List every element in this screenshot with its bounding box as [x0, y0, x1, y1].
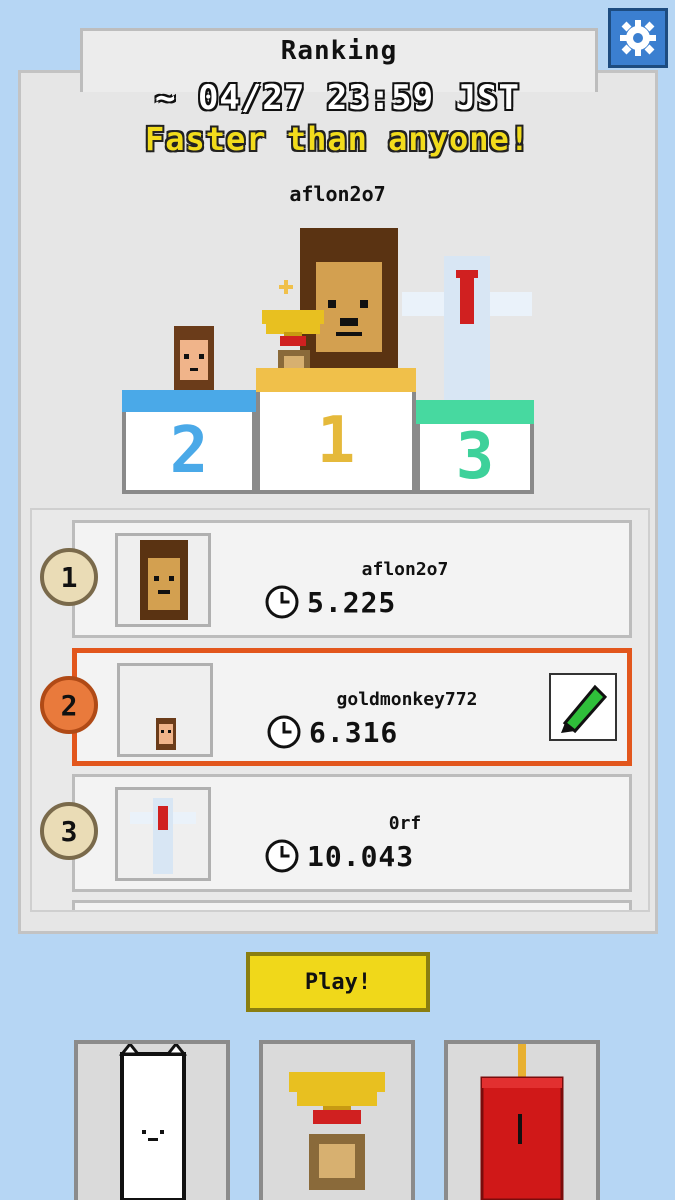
time-value: 6.316: [309, 715, 399, 749]
nav-drink-button[interactable]: [444, 1040, 600, 1200]
lion-avatar-icon: [140, 540, 188, 620]
clock-icon: [265, 585, 299, 619]
player-name: aflon2o7: [361, 559, 449, 580]
rank-badge: 3: [40, 802, 98, 860]
edit-avatar-button[interactable]: [549, 673, 617, 741]
time-row: 5.225: [265, 585, 396, 619]
play-button[interactable]: Play!: [246, 952, 430, 1012]
avatar: [115, 787, 211, 881]
clock-icon: [265, 839, 299, 873]
ghost-character: [402, 256, 532, 412]
player-name: goldmonkey772: [336, 689, 478, 710]
pencil-icon: [561, 684, 608, 734]
clock-icon: [267, 715, 301, 749]
podium-first-top: [256, 368, 416, 394]
monkey-avatar-icon: [156, 718, 176, 750]
drink-can-icon: [480, 1044, 564, 1200]
nav-ranking-button[interactable]: [259, 1040, 415, 1200]
ranking-row-partial[interactable]: [72, 900, 632, 910]
time-row: 10.043: [265, 839, 414, 873]
trophy-icon: [289, 1072, 385, 1190]
ranking-row[interactable]: 0rf 10.043: [72, 774, 632, 892]
ghost-avatar-icon: [130, 798, 196, 874]
gear-icon: [620, 20, 656, 56]
time-value: 10.043: [307, 839, 415, 873]
rank-badge: 1: [40, 548, 98, 606]
cat-icon: [118, 1044, 188, 1200]
rank-badge-me: 2: [40, 676, 98, 734]
tagline-text: Faster than anyone!: [144, 120, 531, 158]
ranking-row-me[interactable]: goldmonkey772 6.316: [72, 648, 632, 766]
monkey-character-small: [174, 326, 214, 396]
podium-first: 1: [256, 392, 416, 494]
podium-second: 2: [122, 412, 256, 494]
time-row: 6.316: [267, 715, 398, 749]
settings-button[interactable]: [608, 8, 668, 68]
deadline-text: ~ 04/27 23:59 JST: [155, 78, 520, 118]
avatar: [115, 533, 211, 627]
nav-cat-button[interactable]: [74, 1040, 230, 1200]
podium-second-top: [122, 390, 256, 414]
page-title: Ranking: [280, 36, 398, 66]
ranking-row[interactable]: aflon2o7 5.225: [72, 520, 632, 638]
time-value: 5.225: [307, 585, 397, 619]
player-name: 0rf: [388, 813, 422, 834]
podium-third: 3: [416, 420, 534, 494]
winner-name: aflon2o7: [289, 182, 386, 206]
avatar: [117, 663, 213, 757]
ranking-list[interactable]: aflon2o7 5.225 goldmonkey772 6.316 0rf 1…: [30, 508, 650, 912]
